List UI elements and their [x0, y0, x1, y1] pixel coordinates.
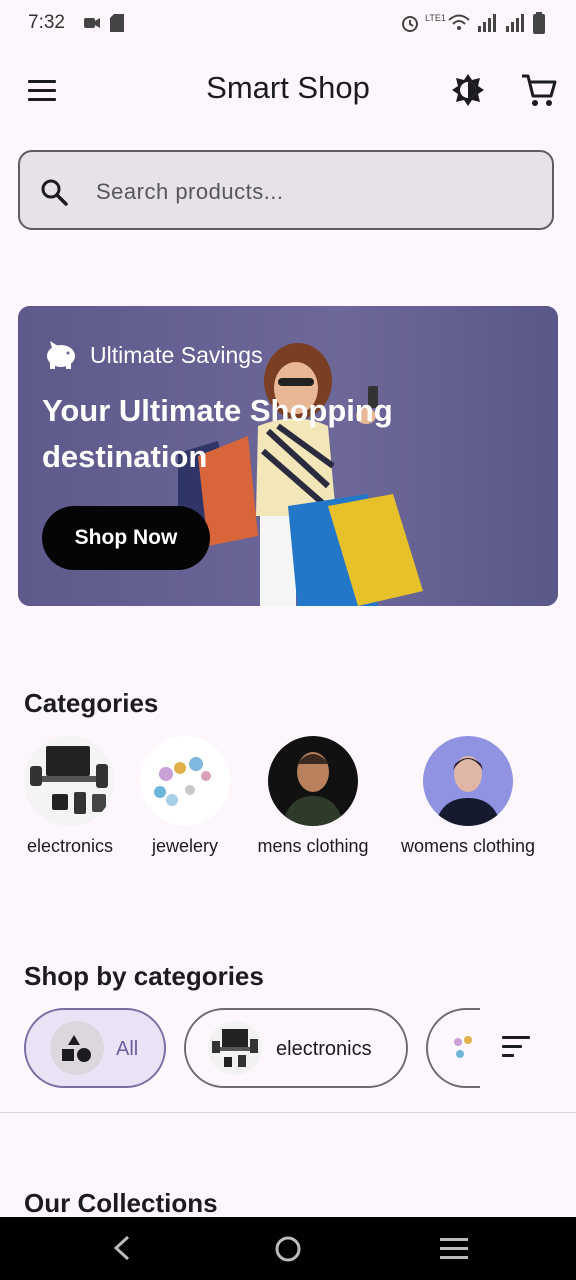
- jewelery-chip-icon: [454, 1036, 472, 1058]
- banner-heading: Your Ultimate Shopping destination: [42, 393, 393, 474]
- home-icon[interactable]: [274, 1235, 302, 1263]
- electronics-chip-icon: [208, 1021, 262, 1075]
- status-bar: 7:32 LTE1: [0, 0, 576, 48]
- chip-electronics[interactable]: electronics: [184, 1008, 408, 1088]
- banner-tag: Ultimate Savings: [90, 342, 263, 368]
- divider: [0, 1112, 576, 1113]
- shop-by-categories-title: Shop by categories: [24, 961, 264, 991]
- piggy-bank-icon: [47, 341, 75, 369]
- app-title: Smart Shop: [206, 70, 370, 105]
- promo-banner: Ultimate Savings Your Ultimate Shopping …: [18, 306, 558, 606]
- brightness-icon[interactable]: [450, 72, 486, 108]
- collections-title: Our Collections: [24, 1188, 218, 1218]
- man-portrait-icon: [282, 752, 344, 826]
- status-time: 7:32: [28, 12, 65, 33]
- chip-electronics-label: electronics: [276, 1038, 372, 1060]
- back-icon[interactable]: [112, 1235, 132, 1261]
- battery-icon: [533, 12, 545, 34]
- category-mens-clothing-image[interactable]: [268, 736, 358, 826]
- filter-icon[interactable]: [502, 1036, 532, 1058]
- wifi-icon: [448, 14, 470, 30]
- lte-indicator: LTE1: [425, 13, 446, 23]
- category-jewelery-image[interactable]: [140, 736, 230, 826]
- category-electronics-image[interactable]: [24, 736, 114, 826]
- jewelery-icon: [154, 757, 211, 806]
- recents-icon[interactable]: [440, 1238, 468, 1260]
- category-womens-clothing-image[interactable]: [423, 736, 513, 826]
- category-label-mens-clothing[interactable]: mens clothing: [248, 836, 378, 857]
- chip-all-label: All: [116, 1038, 139, 1060]
- woman-portrait-icon: [435, 756, 501, 826]
- cart-icon[interactable]: [520, 72, 558, 108]
- sd-card-icon: [110, 14, 124, 32]
- shapes-icon: [50, 1021, 104, 1075]
- chip-jewelery-partial[interactable]: [426, 1008, 480, 1088]
- category-label-womens-clothing[interactable]: womens clothing: [392, 836, 544, 857]
- category-label-jewelery[interactable]: jewelery: [130, 836, 240, 857]
- category-label-electronics[interactable]: electronics: [14, 836, 126, 857]
- system-nav-bar: [0, 1217, 576, 1280]
- signal-icon-1: [478, 14, 496, 32]
- search-icon: [41, 179, 68, 206]
- alarm-icon: [402, 16, 418, 32]
- shop-now-button[interactable]: Shop Now: [42, 506, 210, 570]
- signal-icon-2: [506, 14, 524, 32]
- search-input[interactable]: [96, 172, 516, 212]
- chip-all[interactable]: All: [24, 1008, 166, 1088]
- electronics-icon: [30, 746, 108, 814]
- video-icon: [84, 18, 100, 28]
- categories-title: Categories: [24, 688, 159, 718]
